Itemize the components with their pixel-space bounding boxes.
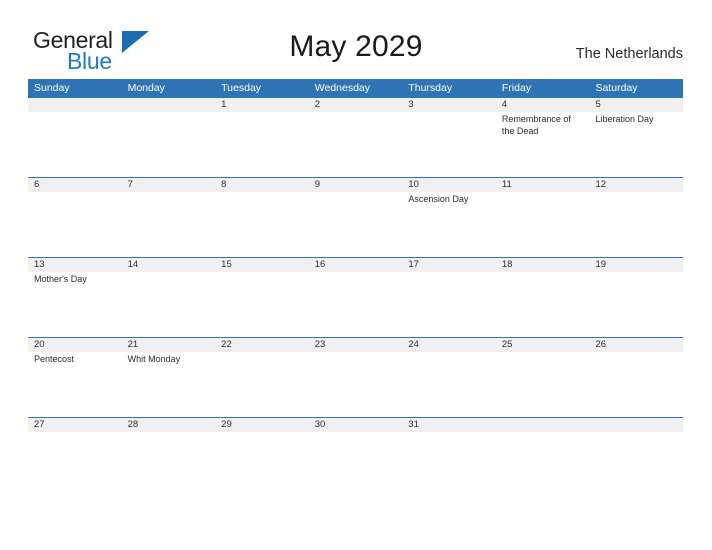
day-number[interactable]: 3 <box>402 98 496 112</box>
week-event-band <box>28 432 683 448</box>
day-event <box>28 432 122 448</box>
day-event <box>215 272 309 338</box>
day-event: Ascension Day <box>408 194 469 204</box>
day-event <box>496 192 590 258</box>
day-event <box>402 112 496 178</box>
weekday-header-sunday: Sunday <box>34 82 70 94</box>
day-number[interactable]: 9 <box>309 178 403 192</box>
day-event <box>589 192 683 258</box>
day-event <box>402 272 496 338</box>
weekday-header-wednesday: Wednesday <box>314 82 370 94</box>
region-label: The Netherlands <box>575 46 683 62</box>
week-row: 13 14 15 16 17 18 19 Mother's Day <box>28 257 683 337</box>
day-number[interactable]: 4 <box>496 98 590 112</box>
day-event <box>496 432 590 448</box>
day-number[interactable]: 6 <box>28 178 122 192</box>
day-number[interactable]: 14 <box>122 258 216 272</box>
day-event <box>402 352 496 418</box>
day-event <box>309 192 403 258</box>
day-event <box>28 192 122 258</box>
day-event <box>309 112 403 178</box>
day-event: Liberation Day <box>595 114 654 124</box>
day-number[interactable] <box>589 418 683 432</box>
day-event <box>122 272 216 338</box>
week-event-band: Pentecost Whit Monday <box>28 352 683 418</box>
day-number[interactable]: 24 <box>402 338 496 352</box>
calendar-grid: Sunday Monday Tuesday Wednesday Thursday… <box>28 79 683 448</box>
day-event <box>215 192 309 258</box>
day-number[interactable]: 29 <box>215 418 309 432</box>
day-event <box>589 432 683 448</box>
day-number[interactable] <box>496 418 590 432</box>
day-number[interactable]: 30 <box>309 418 403 432</box>
week-daynumber-band: 20 21 22 23 24 25 26 <box>28 338 683 352</box>
week-daynumber-band: 1 2 3 4 5 <box>28 98 683 112</box>
day-event <box>215 432 309 448</box>
day-number[interactable]: 20 <box>28 338 122 352</box>
day-event: Pentecost <box>34 354 75 364</box>
day-event <box>122 112 216 178</box>
weekday-header-monday: Monday <box>127 82 165 94</box>
day-event <box>309 432 403 448</box>
week-row: 1 2 3 4 5 Remembrance of the Dead Libera… <box>28 97 683 177</box>
day-number[interactable]: 15 <box>215 258 309 272</box>
day-number[interactable]: 16 <box>309 258 403 272</box>
weekday-header-tuesday: Tuesday <box>221 82 262 94</box>
week-event-band: Remembrance of the Dead Liberation Day <box>28 112 683 178</box>
day-number[interactable]: 26 <box>589 338 683 352</box>
day-event <box>496 272 590 338</box>
day-number[interactable]: 1 <box>215 98 309 112</box>
week-daynumber-band: 13 14 15 16 17 18 19 <box>28 258 683 272</box>
day-event <box>28 112 122 178</box>
day-number[interactable]: 12 <box>589 178 683 192</box>
day-event <box>215 112 309 178</box>
day-event <box>122 192 216 258</box>
weekday-header-friday: Friday <box>501 82 532 94</box>
day-number[interactable]: 2 <box>309 98 403 112</box>
day-event <box>309 352 403 418</box>
weekday-header-saturday: Saturday <box>595 82 638 94</box>
day-number[interactable]: 19 <box>589 258 683 272</box>
day-number[interactable]: 7 <box>122 178 216 192</box>
day-number[interactable]: 27 <box>28 418 122 432</box>
day-number[interactable]: 8 <box>215 178 309 192</box>
day-event <box>122 432 216 448</box>
day-number[interactable] <box>122 98 216 112</box>
day-event <box>589 272 683 338</box>
week-daynumber-band: 27 28 29 30 31 <box>28 418 683 432</box>
day-event: Mother's Day <box>34 274 87 284</box>
day-event: Remembrance of the Dead <box>501 114 571 136</box>
day-number[interactable]: 13 <box>28 258 122 272</box>
day-number[interactable]: 21 <box>122 338 216 352</box>
day-number[interactable]: 18 <box>496 258 590 272</box>
page-header: General Blue May 2029 The Netherlands <box>0 0 712 74</box>
day-number[interactable]: 31 <box>402 418 496 432</box>
weekday-header-thursday: Thursday <box>408 82 453 94</box>
week-event-band: Mother's Day <box>28 272 683 338</box>
week-row: 20 21 22 23 24 25 26 Pentecost Whit Mond… <box>28 337 683 417</box>
day-event: Whit Monday <box>127 354 181 364</box>
day-number[interactable]: 10 <box>402 178 496 192</box>
day-number[interactable]: 23 <box>309 338 403 352</box>
day-number[interactable]: 25 <box>496 338 590 352</box>
week-row: 27 28 29 30 31 <box>28 417 683 448</box>
day-event <box>402 432 496 448</box>
day-number[interactable]: 5 <box>589 98 683 112</box>
day-number[interactable]: 28 <box>122 418 216 432</box>
day-event <box>589 352 683 418</box>
day-number[interactable]: 22 <box>215 338 309 352</box>
week-row: 6 7 8 9 10 11 12 Ascension Day <box>28 177 683 257</box>
day-event <box>215 352 309 418</box>
weekday-header-row: Sunday Monday Tuesday Wednesday Thursday… <box>28 79 683 97</box>
day-number[interactable]: 17 <box>402 258 496 272</box>
day-event <box>309 272 403 338</box>
day-event <box>496 352 590 418</box>
week-daynumber-band: 6 7 8 9 10 11 12 <box>28 178 683 192</box>
week-event-band: Ascension Day <box>28 192 683 258</box>
day-number[interactable] <box>28 98 122 112</box>
day-number[interactable]: 11 <box>496 178 590 192</box>
